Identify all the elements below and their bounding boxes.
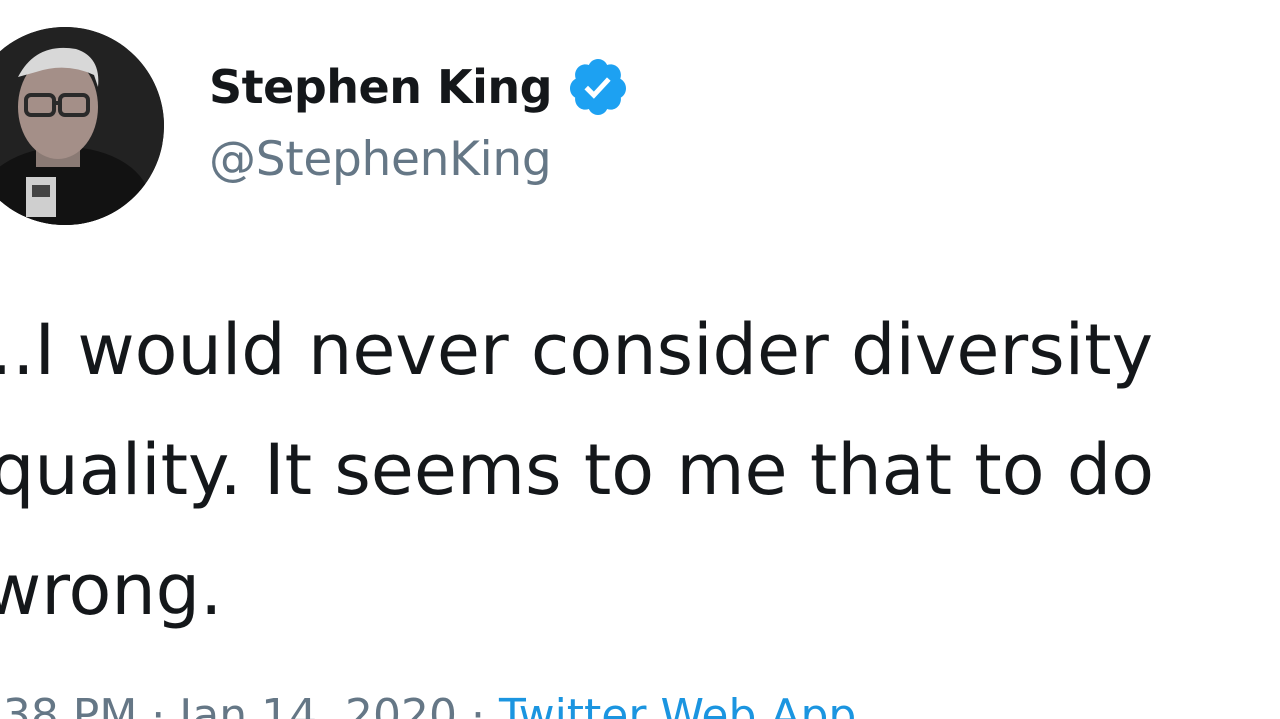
avatar[interactable] bbox=[0, 27, 164, 225]
author-name-row: Stephen King bbox=[209, 52, 630, 122]
tweet-text-line: quality. It seems to me that to do bbox=[0, 429, 1155, 511]
tweet-text-line: ..I would never consider diversity bbox=[0, 309, 1153, 391]
meta-separator: · bbox=[457, 690, 499, 719]
tweet-meta: 4:38 PM · Jan 14, 2020 · Twitter Web App bbox=[0, 690, 856, 719]
tweet-time[interactable]: 4:38 PM bbox=[0, 690, 137, 719]
tweet-card: Stephen King @StephenKing ..I would neve… bbox=[0, 0, 1280, 719]
tweet-text-line: wrong. bbox=[0, 549, 223, 631]
author-handle[interactable]: @StephenKing bbox=[209, 132, 630, 187]
meta-separator: · bbox=[137, 690, 180, 719]
tweet-author: Stephen King @StephenKing bbox=[209, 52, 630, 187]
author-name[interactable]: Stephen King bbox=[209, 60, 553, 114]
verified-badge-icon bbox=[566, 55, 630, 119]
profile-photo bbox=[0, 27, 164, 225]
tweet-date[interactable]: Jan 14, 2020 bbox=[179, 690, 457, 719]
tweet-text: ..I would never consider diversity quali… bbox=[0, 290, 1280, 650]
tweet-source-link[interactable]: Twitter Web App bbox=[499, 690, 856, 719]
